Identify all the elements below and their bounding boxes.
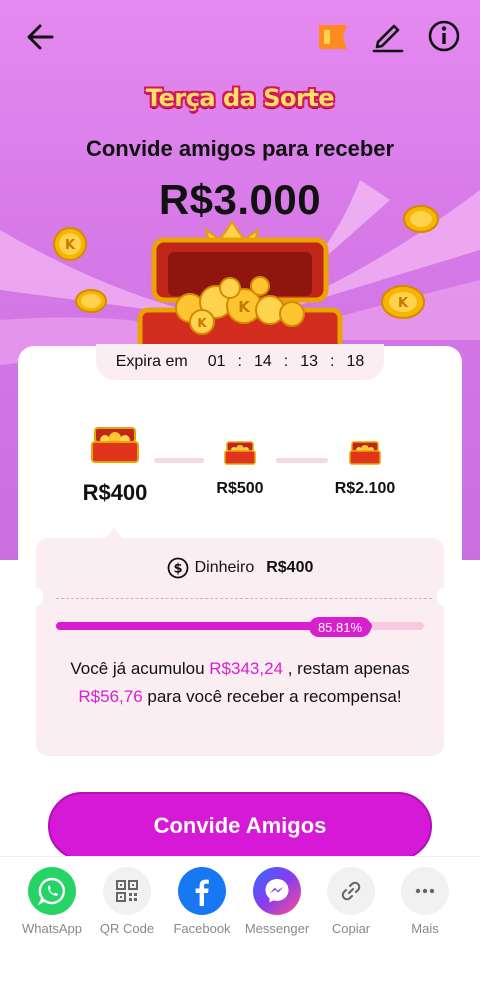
tier-value: R$2.100: [334, 480, 396, 497]
page-subtitle: Convide amigos para receber: [85, 136, 395, 161]
share-circle: [253, 867, 301, 915]
svg-text:K: K: [65, 238, 76, 253]
panel-notch: [29, 588, 43, 606]
chest-icon: [224, 441, 256, 465]
share-label: WhatsApp: [22, 921, 82, 936]
ticket-icon[interactable]: [316, 20, 350, 54]
share-label: Mais: [411, 921, 439, 936]
remaining-amount: R$56,76: [78, 687, 143, 706]
coin-icon: [75, 289, 107, 313]
link-icon: [341, 881, 361, 901]
coin-icon: K: [381, 285, 425, 319]
panel-notch: [437, 588, 451, 606]
svg-text:$: $: [173, 562, 182, 577]
expiration-timer: Expira em 01 : 14 : 13 : 18: [96, 344, 384, 380]
tier-value: R$400: [82, 480, 148, 505]
reward-amount: R$3.000: [158, 176, 322, 223]
share-messenger[interactable]: Messenger: [239, 867, 315, 936]
share-more[interactable]: Mais: [387, 867, 463, 936]
share-bar: WhatsApp QR Code Facebook Messenger Copi…: [0, 856, 480, 990]
share-qr-code[interactable]: QR Code: [89, 867, 165, 936]
share-whatsapp[interactable]: WhatsApp: [14, 867, 90, 936]
share-label: QR Code: [99, 921, 155, 936]
whatsapp-icon: [37, 877, 65, 906]
back-arrow-icon[interactable]: [22, 18, 60, 56]
reward-tiers: R$400 R$500 R$2.100: [18, 410, 462, 520]
share-label: Facebook: [173, 921, 231, 936]
tier-value: R$500: [216, 480, 264, 497]
timer-separator: :: [283, 353, 289, 370]
money-label: Dinheiro: [194, 559, 255, 576]
treasure-chest-image: K K: [137, 220, 343, 360]
accumulated-amount: R$343,24: [209, 659, 284, 678]
share-circle: [178, 867, 226, 915]
share-circle: [28, 867, 76, 915]
timer-frames: 18: [346, 353, 365, 370]
chest-icon: [349, 441, 381, 465]
share-facebook[interactable]: Facebook: [164, 867, 240, 936]
timer-label: Expira em: [115, 353, 188, 370]
more-icon: [415, 888, 435, 894]
progress-percent-badge: 85.81%: [309, 617, 371, 637]
svg-text:K: K: [197, 316, 207, 330]
money-value: R$400: [266, 559, 314, 576]
message-text: para você receber a recompensa!: [142, 687, 402, 706]
dollar-coin-icon: $: [167, 557, 189, 579]
message-text: Você já acumulou: [70, 659, 210, 678]
tier-item-2100[interactable]: R$2.100: [320, 440, 410, 498]
messenger-icon: [265, 879, 289, 903]
top-bar: [0, 0, 480, 72]
edit-pencil-icon[interactable]: [370, 18, 406, 54]
share-label: Copiar: [331, 921, 371, 936]
share-circle: [401, 867, 449, 915]
panel-pointer: [104, 528, 124, 540]
share-copy-link[interactable]: Copiar: [313, 867, 389, 936]
share-circle: [103, 867, 151, 915]
timer-minutes: 14: [253, 353, 272, 370]
share-label: Messenger: [244, 921, 310, 936]
chest-icon: [91, 427, 139, 463]
invite-friends-button[interactable]: Convide Amigos: [48, 792, 432, 860]
progress-message: Você já acumulou R$343,24 , restam apena…: [56, 655, 424, 711]
qr-code-icon: [116, 880, 138, 902]
facebook-icon: [195, 879, 209, 906]
share-circle: [327, 867, 375, 915]
timer-separator: :: [237, 353, 242, 370]
tier-item-500[interactable]: R$500: [198, 440, 282, 498]
message-text: , restam apenas: [283, 659, 410, 678]
timer-seconds: 13: [300, 353, 319, 370]
money-row: $ Dinheiro R$400: [0, 557, 480, 579]
info-icon[interactable]: [426, 18, 462, 54]
coin-icon: K: [53, 227, 87, 261]
svg-text:K: K: [398, 296, 409, 311]
svg-text:K: K: [238, 298, 251, 316]
brand-title: Terça da Sorte: [145, 84, 335, 112]
tier-item-400[interactable]: R$400: [68, 424, 162, 506]
timer-hours: 01: [207, 353, 226, 370]
dashed-divider: [56, 598, 432, 599]
timer-separator: :: [330, 353, 335, 370]
